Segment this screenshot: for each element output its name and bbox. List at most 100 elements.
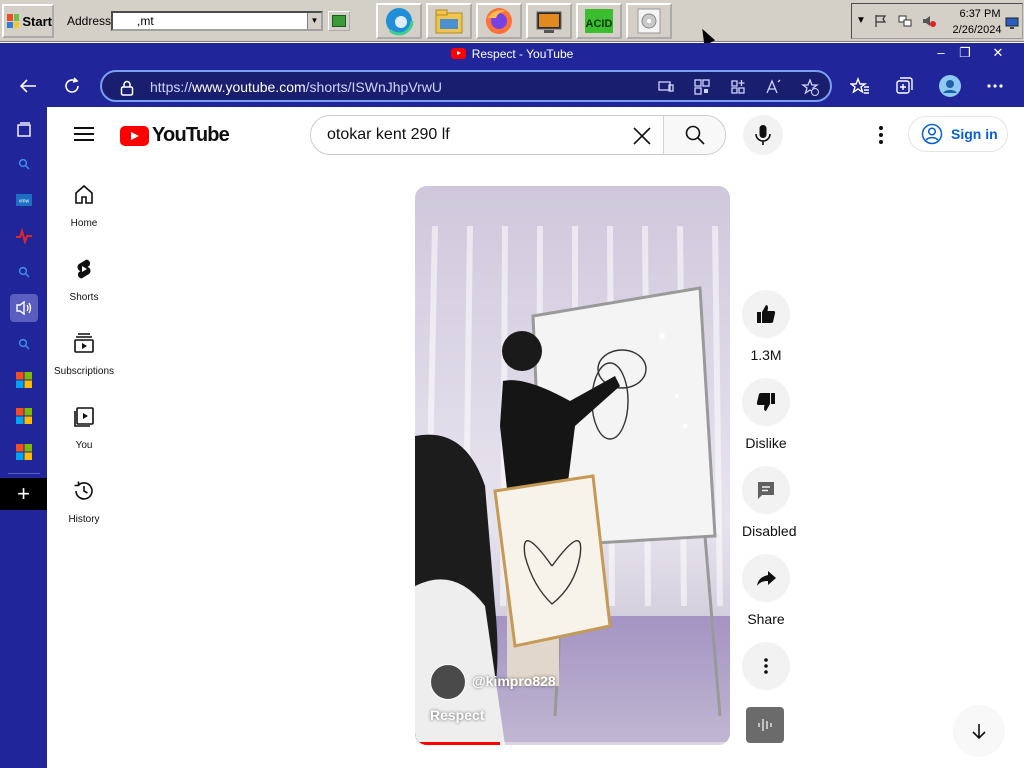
taskbar-app-explorer[interactable] <box>426 3 472 39</box>
sidebar-add-button[interactable]: + <box>0 478 47 510</box>
short-title[interactable]: Respect <box>430 707 484 723</box>
refresh-button[interactable] <box>60 74 84 98</box>
windows-taskbar: Start Address ,mt ▼ ACID ▼ 6:37 PM 2/26/… <box>0 0 1024 46</box>
volume-muted-icon[interactable] <box>922 14 936 28</box>
sidebar-microsoft-button-3[interactable] <box>10 438 38 466</box>
clear-search-icon[interactable] <box>631 125 653 147</box>
monitor-icon[interactable] <box>1005 16 1019 30</box>
voice-search-button[interactable] <box>743 115 783 155</box>
apps-icon[interactable] <box>729 78 747 96</box>
browser-title-bar: Respect - YouTube ‒ ❐ ✕ <box>0 43 1024 65</box>
more-action <box>742 642 790 690</box>
youtube-logo[interactable]: YouTube <box>120 124 230 147</box>
collections-button[interactable] <box>892 74 916 98</box>
lock-icon[interactable] <box>120 80 134 96</box>
svg-text:vmw: vmw <box>19 199 30 205</box>
flag-icon[interactable] <box>874 14 888 28</box>
taskbar-app-acid[interactable]: ACID <box>576 3 622 39</box>
guide-menu-button[interactable] <box>74 127 94 141</box>
more-actions-button[interactable] <box>742 642 790 690</box>
comments-disabled-label: Disabled <box>742 523 797 539</box>
sidebar-microsoft-button-2[interactable] <box>10 402 38 430</box>
sidebar-microsoft-button-1[interactable] <box>10 366 38 394</box>
search-button[interactable] <box>663 116 725 154</box>
guide-item-subscriptions[interactable]: Subscriptions <box>47 331 121 395</box>
pulse-icon <box>16 228 32 244</box>
taskbar-app-edge[interactable] <box>376 3 422 39</box>
address-dropdown-icon[interactable]: ▼ <box>307 13 321 29</box>
share-button[interactable] <box>742 554 790 602</box>
microsoft-icon <box>16 372 32 388</box>
share-icon <box>757 571 776 586</box>
read-aloud-icon[interactable] <box>765 78 783 96</box>
like-action: 1.3M <box>742 290 790 363</box>
sidebar-pulse-button[interactable] <box>10 222 38 250</box>
dislike-button[interactable] <box>742 378 790 426</box>
dislike-label: Dislike <box>745 435 787 451</box>
clock-date[interactable]: 2/26/2024 <box>948 24 1006 36</box>
refresh-icon <box>65 77 79 93</box>
address-input[interactable]: ,mt ▼ <box>111 11 323 31</box>
search-input[interactable] <box>327 116 627 154</box>
sidebar-vmware-button[interactable]: vmw <box>10 186 38 214</box>
start-button[interactable]: Start <box>2 4 54 38</box>
sound-button[interactable] <box>746 707 784 743</box>
minimize-button[interactable]: ‒ <box>930 45 952 61</box>
next-short-button[interactable] <box>953 705 1005 757</box>
acid-icon: ACID <box>585 9 613 33</box>
like-button[interactable] <box>742 290 790 338</box>
video-progress-bar[interactable] <box>415 742 730 745</box>
network-icon[interactable] <box>898 14 912 28</box>
clock-time[interactable]: 6:37 PM <box>956 8 1004 20</box>
address-label: Address <box>67 14 112 28</box>
restore-button[interactable]: ❐ <box>954 45 976 61</box>
tray-expand-icon[interactable]: ▼ <box>856 15 866 26</box>
window-title: Respect - YouTube <box>0 47 1024 61</box>
sign-in-button[interactable]: Sign in <box>908 116 1008 152</box>
close-window-button[interactable]: ✕ <box>987 45 1009 61</box>
taskbar-app-cd[interactable] <box>626 3 672 39</box>
guide-item-shorts[interactable]: Shorts <box>47 257 121 321</box>
tabs-icon <box>17 122 31 137</box>
channel-avatar[interactable] <box>430 664 466 700</box>
channel-name[interactable]: @kimpro828 <box>472 673 556 689</box>
youtube-page: YouTube Sign in Home Shorts Subscription… <box>47 107 1024 768</box>
address-go-button[interactable] <box>328 11 350 31</box>
speaker-icon <box>16 300 32 316</box>
system-tray: ▼ 6:37 PM 2/26/2024 <box>851 3 1023 39</box>
address-value: ,mt <box>137 14 154 28</box>
favorites-button[interactable] <box>848 74 872 98</box>
guide-item-history[interactable]: History <box>47 479 121 543</box>
taskbar-app-media-center[interactable] <box>526 3 572 39</box>
search-icon <box>685 125 705 145</box>
back-button[interactable] <box>16 74 40 98</box>
plus-icon: + <box>17 481 30 506</box>
sidebar-search-button-3[interactable] <box>10 330 38 358</box>
home-icon <box>75 184 93 204</box>
comments-button[interactable] <box>742 466 790 514</box>
sign-in-label: Sign in <box>951 126 998 142</box>
guide-item-home[interactable]: Home <box>47 183 121 247</box>
settings-more-button[interactable] <box>983 74 1007 98</box>
shorts-video-player[interactable]: @kimpro828 Respect <box>415 186 730 745</box>
guide-item-you[interactable]: You <box>47 405 121 469</box>
comments-action: Disabled <box>742 466 797 539</box>
settings-menu-button[interactable] <box>873 123 889 147</box>
address-bar[interactable]: https://www.youtube.com/shorts/ISWnJhpVr… <box>100 70 832 102</box>
add-favorite-icon[interactable] <box>801 78 819 96</box>
windows-logo-icon <box>7 14 20 28</box>
search-icon <box>18 266 30 278</box>
url-text: https://www.youtube.com/shorts/ISWnJhpVr… <box>150 79 442 95</box>
comment-icon <box>758 482 774 499</box>
qr-code-icon[interactable] <box>693 78 711 96</box>
app-available-icon[interactable] <box>657 78 675 96</box>
taskbar-app-firefox[interactable] <box>476 3 522 39</box>
sidebar-search-button-2[interactable] <box>10 258 38 286</box>
tab-actions-button[interactable] <box>10 116 38 144</box>
sidebar-audio-button[interactable] <box>10 294 38 322</box>
video-progress-fill <box>415 742 501 745</box>
sidebar-search-button[interactable] <box>10 150 38 178</box>
go-arrow-icon <box>332 15 346 27</box>
profile-button[interactable] <box>938 74 962 98</box>
acid-text: ACID <box>586 18 613 30</box>
